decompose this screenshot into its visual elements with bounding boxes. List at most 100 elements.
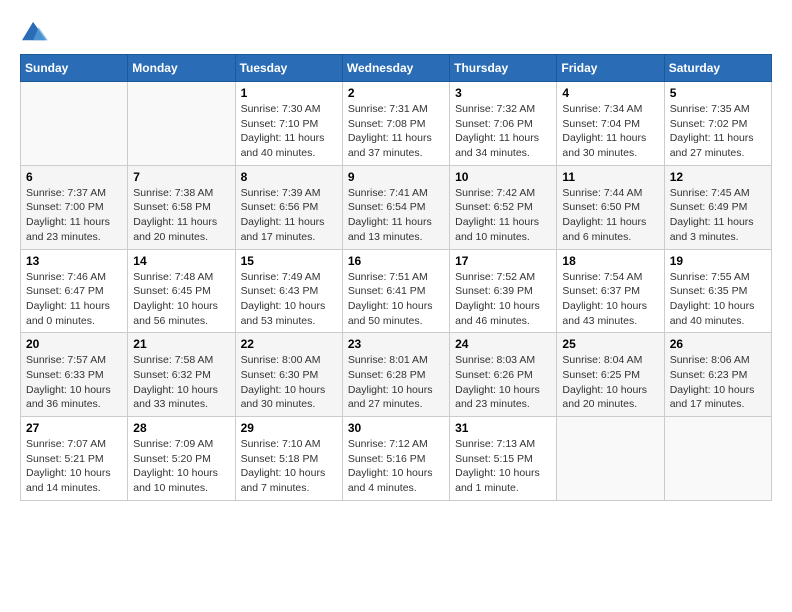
- sunset-label: Sunset: 6:50 PM: [562, 201, 640, 213]
- sunset-label: Sunset: 7:00 PM: [26, 201, 104, 213]
- day-number: 13: [26, 254, 122, 268]
- day-number: 8: [241, 170, 337, 184]
- logo-icon: [20, 20, 48, 44]
- sunrise-label: Sunrise: 7:30 AM: [241, 103, 321, 115]
- sunrise-label: Sunrise: 7:31 AM: [348, 103, 428, 115]
- calendar-cell: 23Sunrise: 8:01 AMSunset: 6:28 PMDayligh…: [342, 333, 449, 417]
- sunrise-label: Sunrise: 7:52 AM: [455, 271, 535, 283]
- sunset-label: Sunset: 6:47 PM: [26, 285, 104, 297]
- day-number: 7: [133, 170, 229, 184]
- daylight-label: Daylight: 10 hours and 40 minutes.: [670, 300, 755, 327]
- day-info: Sunrise: 7:32 AMSunset: 7:06 PMDaylight:…: [455, 102, 551, 161]
- daylight-label: Daylight: 10 hours and 43 minutes.: [562, 300, 647, 327]
- day-number: 5: [670, 86, 766, 100]
- day-number: 31: [455, 421, 551, 435]
- day-number: 4: [562, 86, 658, 100]
- sunrise-label: Sunrise: 7:12 AM: [348, 438, 428, 450]
- calendar-cell: 21Sunrise: 7:58 AMSunset: 6:32 PMDayligh…: [128, 333, 235, 417]
- calendar-cell: 24Sunrise: 8:03 AMSunset: 6:26 PMDayligh…: [450, 333, 557, 417]
- sunset-label: Sunset: 6:35 PM: [670, 285, 748, 297]
- day-info: Sunrise: 7:37 AMSunset: 7:00 PMDaylight:…: [26, 186, 122, 245]
- day-info: Sunrise: 8:01 AMSunset: 6:28 PMDaylight:…: [348, 353, 444, 412]
- calendar-cell: 9Sunrise: 7:41 AMSunset: 6:54 PMDaylight…: [342, 165, 449, 249]
- day-info: Sunrise: 7:39 AMSunset: 6:56 PMDaylight:…: [241, 186, 337, 245]
- calendar-week-3: 13 Sunrise: 7:46 AMSunset: 6:47 PMDayligh…: [21, 249, 772, 333]
- day-info: Sunrise: 7:55 AMSunset: 6:35 PMDaylight:…: [670, 270, 766, 329]
- sunrise-label: Sunrise: 7:44 AM: [562, 187, 642, 199]
- day-info: Sunrise: 7:42 AMSunset: 6:52 PMDaylight:…: [455, 186, 551, 245]
- sunset-label: Sunset: 6:28 PM: [348, 369, 426, 381]
- sunset-label: Sunset: 5:16 PM: [348, 453, 426, 465]
- day-number: 14: [133, 254, 229, 268]
- sunset-label: Sunset: 7:08 PM: [348, 118, 426, 130]
- day-number: 28: [133, 421, 229, 435]
- calendar-cell: 31 Sunrise: 7:13 AMSunset: 5:15 PMDayligh…: [450, 417, 557, 501]
- daylight-label: Daylight: 11 hours and 3 minutes.: [670, 216, 754, 243]
- sunset-label: Sunset: 6:43 PM: [241, 285, 319, 297]
- daylight-label: Daylight: 11 hours and 40 minutes.: [241, 132, 325, 159]
- sunset-label: Sunset: 6:56 PM: [241, 201, 319, 213]
- day-number: 11: [562, 170, 658, 184]
- sunrise-label: Sunrise: 8:03 AM: [455, 354, 535, 366]
- day-number: 21: [133, 337, 229, 351]
- calendar-week-2: 6Sunrise: 7:37 AMSunset: 7:00 PMDaylight…: [21, 165, 772, 249]
- day-info: Sunrise: 7:34 AMSunset: 7:04 PMDaylight:…: [562, 102, 658, 161]
- calendar-cell: 5Sunrise: 7:35 AMSunset: 7:02 PMDaylight…: [664, 82, 771, 166]
- weekday-header-row: SundayMondayTuesdayWednesdayThursdayFrid…: [21, 55, 772, 82]
- sunset-label: Sunset: 7:06 PM: [455, 118, 533, 130]
- daylight-label: Daylight: 10 hours and 10 minutes.: [133, 467, 218, 494]
- day-info: Sunrise: 7:13 AMSunset: 5:15 PMDaylight:…: [455, 437, 551, 496]
- daylight-label: Daylight: 11 hours and 20 minutes.: [133, 216, 217, 243]
- day-info: Sunrise: 7:46 AMSunset: 6:47 PMDaylight:…: [26, 270, 122, 329]
- sunrise-label: Sunrise: 7:09 AM: [133, 438, 213, 450]
- sunset-label: Sunset: 6:41 PM: [348, 285, 426, 297]
- calendar-cell: 15Sunrise: 7:49 AMSunset: 6:43 PMDayligh…: [235, 249, 342, 333]
- daylight-label: Daylight: 11 hours and 10 minutes.: [455, 216, 539, 243]
- day-number: 16: [348, 254, 444, 268]
- sunset-label: Sunset: 5:18 PM: [241, 453, 319, 465]
- sunset-label: Sunset: 6:54 PM: [348, 201, 426, 213]
- calendar-week-5: 27 Sunrise: 7:07 AMSunset: 5:21 PMDayligh…: [21, 417, 772, 501]
- sunrise-label: Sunrise: 7:42 AM: [455, 187, 535, 199]
- calendar-cell: 14Sunrise: 7:48 AMSunset: 6:45 PMDayligh…: [128, 249, 235, 333]
- sunset-label: Sunset: 6:49 PM: [670, 201, 748, 213]
- day-info: Sunrise: 7:45 AMSunset: 6:49 PMDaylight:…: [670, 186, 766, 245]
- sunrise-label: Sunrise: 7:54 AM: [562, 271, 642, 283]
- sunset-label: Sunset: 6:26 PM: [455, 369, 533, 381]
- sunrise-label: Sunrise: 7:32 AM: [455, 103, 535, 115]
- calendar-cell: 12Sunrise: 7:45 AMSunset: 6:49 PMDayligh…: [664, 165, 771, 249]
- daylight-label: Daylight: 10 hours and 56 minutes.: [133, 300, 218, 327]
- day-number: 20: [26, 337, 122, 351]
- day-info: Sunrise: 7:07 AMSunset: 5:21 PMDaylight:…: [26, 437, 122, 496]
- logo: [20, 20, 52, 44]
- daylight-label: Daylight: 10 hours and 50 minutes.: [348, 300, 433, 327]
- day-number: 25: [562, 337, 658, 351]
- daylight-label: Daylight: 10 hours and 23 minutes.: [455, 384, 540, 411]
- sunrise-label: Sunrise: 7:07 AM: [26, 438, 106, 450]
- daylight-label: Daylight: 10 hours and 7 minutes.: [241, 467, 326, 494]
- sunset-label: Sunset: 6:37 PM: [562, 285, 640, 297]
- daylight-label: Daylight: 11 hours and 6 minutes.: [562, 216, 646, 243]
- day-number: 27: [26, 421, 122, 435]
- daylight-label: Daylight: 11 hours and 30 minutes.: [562, 132, 646, 159]
- sunrise-label: Sunrise: 7:35 AM: [670, 103, 750, 115]
- calendar-table: SundayMondayTuesdayWednesdayThursdayFrid…: [20, 54, 772, 501]
- daylight-label: Daylight: 11 hours and 23 minutes.: [26, 216, 110, 243]
- day-number: 9: [348, 170, 444, 184]
- day-info: Sunrise: 7:44 AM Sunset: 6:50 PM Daylight:…: [562, 186, 658, 245]
- calendar-cell: 8 Sunrise: 7:39 AMSunset: 6:56 PMDaylight…: [235, 165, 342, 249]
- weekday-header-wednesday: Wednesday: [342, 55, 449, 82]
- calendar-cell: 19Sunrise: 7:55 AMSunset: 6:35 PMDayligh…: [664, 249, 771, 333]
- sunrise-label: Sunrise: 7:13 AM: [455, 438, 535, 450]
- day-number: 3: [455, 86, 551, 100]
- calendar-week-4: 20Sunrise: 7:57 AMSunset: 6:33 PMDayligh…: [21, 333, 772, 417]
- sunset-label: Sunset: 5:20 PM: [133, 453, 211, 465]
- calendar-cell: 18Sunrise: 7:54 AMSunset: 6:37 PMDayligh…: [557, 249, 664, 333]
- day-info: Sunrise: 7:12 AMSunset: 5:16 PMDaylight:…: [348, 437, 444, 496]
- sunset-label: Sunset: 7:10 PM: [241, 118, 319, 130]
- calendar-cell: 4 Sunrise: 7:34 AMSunset: 7:04 PMDaylight…: [557, 82, 664, 166]
- weekday-header-friday: Friday: [557, 55, 664, 82]
- daylight-label: Daylight: 10 hours and 1 minute.: [455, 467, 540, 494]
- sunset-label: Sunset: 6:39 PM: [455, 285, 533, 297]
- sunrise-label: Sunrise: 7:10 AM: [241, 438, 321, 450]
